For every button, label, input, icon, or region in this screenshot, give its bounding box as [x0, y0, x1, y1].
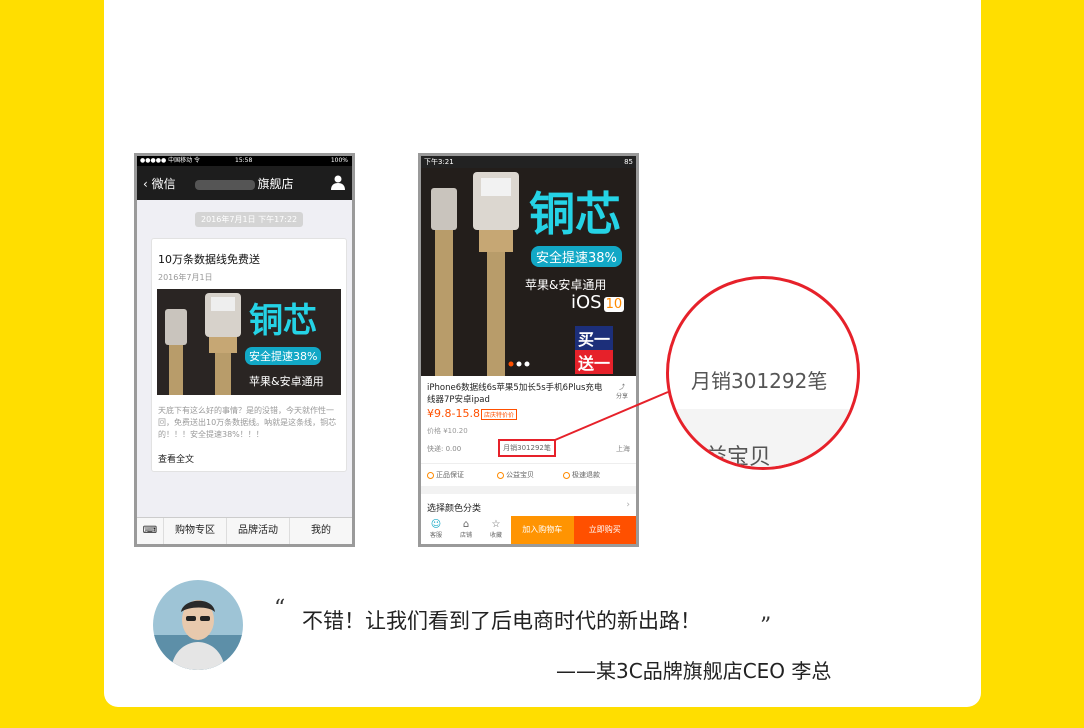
zoom-magnifier: 月销301292笔 益宝贝	[666, 276, 860, 470]
zoom-sales-text: 月销301292笔	[691, 369, 828, 393]
close-quote-mark: ”	[760, 614, 772, 639]
zoom-secondary-text: 益宝贝	[705, 445, 772, 470]
open-quote-mark: “	[274, 596, 286, 621]
person-photo	[153, 580, 243, 670]
avatar	[153, 580, 243, 670]
testimonial-author: ——某3C品牌旗舰店CEO 李总	[556, 659, 832, 683]
testimonial-quote: 不错！让我们看到了后电商时代的新出路！	[302, 609, 701, 633]
